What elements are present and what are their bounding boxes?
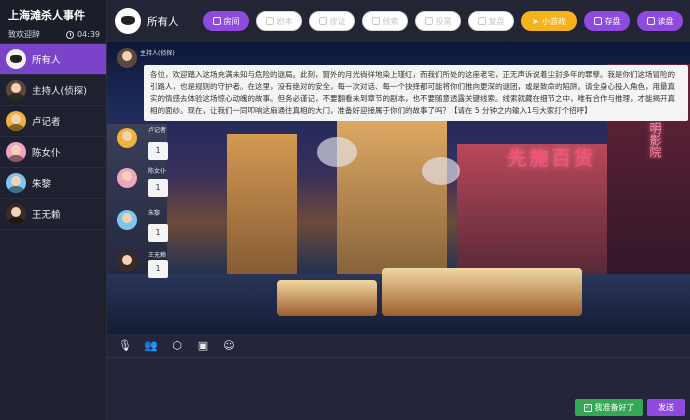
chat-message-host (117, 48, 137, 68)
load-icon (646, 17, 655, 25)
room-icon (212, 17, 221, 25)
avatar-icon (6, 111, 26, 131)
phase-bar: 致欢迎辞 04:39 (0, 26, 106, 44)
search-evidence-button[interactable]: 搜证 (309, 11, 355, 31)
sidebar-item-label: 王无赖 (32, 210, 61, 221)
message-sender: 陈女仆 (148, 168, 167, 175)
neon-sign: 先施百货 (507, 146, 595, 170)
button-label: 线索 (382, 16, 399, 26)
top-bar: 所有人 房间 剧本 搜证 线索 投票 复盘 ➤ 小游戏 存盘 读盘 (107, 0, 690, 42)
room-button[interactable]: 房间 (203, 11, 249, 31)
search-evidence-icon (318, 17, 327, 25)
message-sender: 卢记者 (148, 127, 167, 134)
sidebar-item-label: 朱黎 (32, 179, 52, 190)
message-sender: 王无赖 (148, 252, 167, 259)
background-building (227, 134, 297, 294)
avatar-icon (6, 204, 26, 224)
avatar-icon (117, 128, 137, 148)
sidebar: 上海滩杀人事件 致欢迎辞 04:39 所有人 主持人(侦探) 卢记者 陈女仆 朱… (0, 0, 107, 420)
timer-value: 04:39 (76, 30, 100, 39)
phase-label: 致欢迎辞 (8, 30, 40, 39)
message-sender: 朱黎 (148, 210, 161, 217)
sidebar-item-all[interactable]: 所有人 (0, 44, 106, 75)
sidebar-item-label: 所有人 (32, 55, 61, 66)
mini-game-button[interactable]: ➤ 小游戏 (521, 11, 577, 31)
host-message-bubble: 各位，欢迎踏入这场充满未知与危险的谜局。此刻，窗外的月光徜徉地染上瑾红，而我们所… (144, 65, 688, 121)
button-label: 读盘 (657, 16, 674, 26)
ready-button[interactable]: ✓ 我准备好了 (575, 399, 643, 416)
app-title: 上海滩杀人事件 (0, 0, 106, 26)
message-sender: 主持人(侦探) (140, 50, 175, 57)
reply-bubble: 1 (148, 179, 168, 197)
chat-title: 所有人 (147, 15, 179, 28)
avatar-icon (117, 252, 137, 272)
clock-icon (65, 30, 74, 39)
microphone-icon[interactable]: 🎙 (118, 339, 132, 353)
button-label: 投票 (435, 16, 452, 26)
sidebar-item-label: 陈女仆 (32, 148, 61, 159)
button-label: 剧本 (276, 16, 293, 26)
background-smoke (422, 157, 460, 185)
mask-avatar-icon (115, 8, 141, 34)
clue-icon (371, 17, 380, 25)
avatar-icon (6, 173, 26, 193)
vote-button[interactable]: 投票 (415, 11, 461, 31)
cube-icon[interactable]: ⬡ (170, 339, 184, 353)
reply-bubble: 1 (148, 224, 168, 242)
review-button[interactable]: 复盘 (468, 11, 514, 31)
background-boat (382, 268, 582, 316)
script-icon (265, 17, 274, 25)
sidebar-item-lu[interactable]: 卢记者 (0, 106, 106, 137)
button-label: 复盘 (488, 16, 505, 26)
save-button[interactable]: 存盘 (584, 11, 630, 31)
users-icon[interactable]: 👥 (144, 339, 158, 353)
load-button[interactable]: 读盘 (637, 11, 683, 31)
background-building (337, 104, 447, 294)
save-icon (593, 17, 602, 25)
background-smoke (317, 137, 357, 167)
sidebar-item-label: 主持人(侦探) (32, 86, 87, 97)
sidebar-item-host[interactable]: 主持人(侦探) (0, 75, 106, 106)
message-input[interactable] (107, 358, 690, 398)
send-button[interactable]: 发送 (647, 399, 685, 416)
sidebar-item-zhu[interactable]: 朱黎 (0, 168, 106, 199)
background-boat (277, 280, 377, 316)
chat-area[interactable]: 先施百货 明影院 主持人(侦探) 各位，欢迎踏入这场充满未知与危险的谜局。此刻，… (107, 42, 690, 334)
countdown-timer: 04:39 (65, 30, 100, 39)
image-icon[interactable]: ▣ (196, 339, 210, 353)
button-label: 小游戏 (541, 16, 566, 26)
sidebar-item-label: 卢记者 (32, 117, 61, 128)
game-icon: ➤ (532, 16, 539, 26)
avatar-icon (117, 168, 137, 188)
avatar-icon (6, 142, 26, 162)
clue-button[interactable]: 线索 (362, 11, 408, 31)
emoji-icon[interactable]: ☺ (222, 339, 236, 353)
reply-bubble: 1 (148, 260, 168, 278)
button-label: 搜证 (329, 16, 346, 26)
mask-avatar-icon (6, 49, 26, 69)
ready-label: 我准备好了 (594, 403, 635, 412)
host-avatar-icon (117, 48, 137, 68)
sidebar-item-wang[interactable]: 王无赖 (0, 199, 106, 230)
sidebar-item-chen[interactable]: 陈女仆 (0, 137, 106, 168)
avatar-icon (117, 210, 137, 230)
script-button[interactable]: 剧本 (256, 11, 302, 31)
checkbox-icon: ✓ (583, 403, 592, 412)
input-toolbar: 🎙 👥 ⬡ ▣ ☺ (107, 334, 690, 358)
button-label: 存盘 (604, 16, 621, 26)
host-avatar-icon (6, 80, 26, 100)
button-label: 房间 (223, 16, 240, 26)
vote-icon (424, 17, 433, 25)
neon-sign: 明影院 (648, 122, 662, 158)
reply-bubble: 1 (148, 142, 168, 160)
review-icon (477, 17, 486, 25)
